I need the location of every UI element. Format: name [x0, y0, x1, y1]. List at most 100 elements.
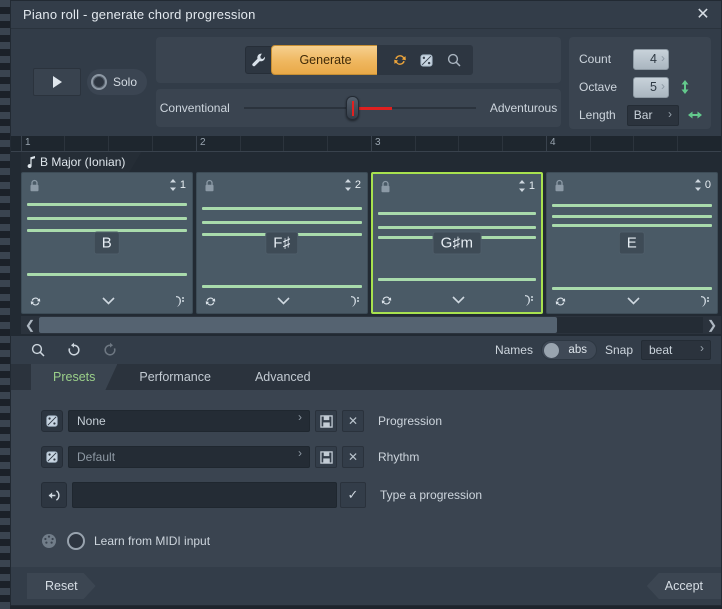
generate-row: Generate — [156, 37, 561, 83]
bass-clef-icon[interactable] — [349, 294, 360, 308]
horizontal-arrows-icon[interactable] — [687, 106, 703, 124]
snap-label: Snap — [604, 343, 633, 357]
chord-name[interactable]: F♯ — [265, 231, 299, 255]
save-icon[interactable] — [315, 410, 337, 432]
refresh-icon[interactable] — [391, 51, 409, 69]
chevron-down-icon[interactable] — [626, 297, 640, 305]
transport-group: Solo — [21, 37, 156, 127]
complexity-slider[interactable] — [243, 96, 476, 120]
type-progression-input[interactable] — [72, 482, 337, 508]
chord-name[interactable]: B — [93, 231, 121, 255]
refresh-icon[interactable] — [29, 295, 42, 308]
chevron-left-icon[interactable]: ❮ — [21, 316, 39, 334]
close-icon[interactable]: ✕ — [691, 3, 715, 27]
midi-port-icon — [41, 533, 57, 549]
rhythm-label: Rhythm — [378, 450, 420, 464]
tab-advanced[interactable]: Advanced — [233, 364, 333, 390]
parameters-panel: Count 4 Octave 5 Length Bar — [569, 37, 711, 129]
octave-row: Octave 5 — [579, 73, 703, 101]
octave-value[interactable]: 5 — [633, 76, 669, 98]
progression-preset-select[interactable]: None — [68, 410, 310, 432]
dialog-titlebar: Piano roll - generate chord progression … — [11, 1, 721, 29]
length-value[interactable]: Bar — [626, 104, 679, 126]
dice-icon[interactable] — [418, 51, 436, 69]
chevron-down-icon[interactable] — [276, 297, 290, 305]
bass-clef-icon[interactable] — [699, 294, 710, 308]
vertical-arrows-icon[interactable] — [677, 78, 693, 96]
dice-icon[interactable] — [41, 446, 63, 468]
chevron-down-icon[interactable] — [451, 296, 465, 304]
bar-number: 4 — [550, 137, 556, 148]
chord-card-footer — [373, 292, 541, 308]
close-icon[interactable]: ✕ — [342, 410, 364, 432]
midi-learn-label: Learn from MIDI input — [94, 534, 211, 548]
names-toggle[interactable]: abs — [540, 340, 597, 360]
chevron-down-icon[interactable] — [101, 297, 115, 305]
chord-card-footer — [547, 293, 717, 309]
horizontal-scrollbar[interactable]: ❮ ❯ — [21, 316, 721, 334]
count-row: Count 4 — [579, 45, 703, 73]
refresh-icon[interactable] — [204, 295, 217, 308]
enter-arrow-icon[interactable] — [41, 482, 67, 508]
chord-card[interactable]: 0 E — [546, 172, 718, 314]
magnifier-icon[interactable] — [445, 51, 463, 69]
reset-button[interactable]: Reset — [27, 573, 96, 599]
names-value: abs — [568, 344, 587, 356]
scrollbar-track[interactable] — [39, 317, 703, 333]
bar-number: 3 — [375, 137, 381, 148]
key-signature-label: B Major (Ionian) — [40, 155, 126, 169]
progression-label: Progression — [378, 414, 443, 428]
chord-name[interactable]: G♯m — [432, 231, 482, 255]
generate-tools — [376, 45, 473, 75]
refresh-icon[interactable] — [554, 295, 567, 308]
snap-select[interactable]: beat — [641, 340, 711, 360]
backdrop-left-rail — [0, 0, 10, 609]
play-button[interactable] — [33, 68, 81, 96]
chord-editor-area: 1 2 3 4 B Major (Ionian) 1 B 2 F♯ 1 G♯m … — [11, 136, 721, 336]
dialog-title: Piano roll - generate chord progression — [23, 7, 256, 22]
radio-knob-icon — [91, 74, 107, 90]
solo-toggle[interactable]: Solo — [87, 69, 148, 95]
bass-clef-icon[interactable] — [174, 294, 185, 308]
editor-toolbar: Names abs Snap beat — [11, 336, 721, 364]
scrollbar-thumb[interactable] — [39, 317, 557, 333]
redo-icon[interactable] — [101, 341, 119, 359]
chord-card-footer — [22, 293, 192, 309]
slider-thumb[interactable] — [345, 96, 359, 120]
presets-panel: None ✕ Progression Default — [11, 390, 721, 567]
refresh-icon[interactable] — [380, 294, 393, 307]
generate-button[interactable]: Generate — [270, 45, 381, 75]
chevron-right-icon[interactable]: ❯ — [703, 316, 721, 334]
chord-name[interactable]: E — [618, 231, 646, 255]
magnifier-icon[interactable] — [29, 341, 47, 359]
slider-right-label: Adventurous — [489, 101, 558, 115]
tab-bar: Presets Performance Advanced — [11, 364, 721, 390]
bar-number: 1 — [25, 137, 31, 148]
chord-card[interactable]: 2 F♯ — [196, 172, 368, 314]
undo-icon[interactable] — [65, 341, 83, 359]
midi-learn-toggle[interactable] — [67, 532, 85, 550]
close-icon[interactable]: ✕ — [342, 446, 364, 468]
midi-learn-row: Learn from MIDI input — [41, 530, 721, 552]
type-progression-label: Type a progression — [380, 488, 483, 502]
count-value[interactable]: 4 — [633, 48, 669, 70]
bass-clef-icon[interactable] — [523, 293, 534, 307]
chord-card-selected[interactable]: 1 G♯m — [371, 172, 543, 314]
check-icon[interactable]: ✓ — [340, 482, 366, 508]
chord-card[interactable]: 1 B — [21, 172, 193, 314]
wrench-icon[interactable] — [244, 46, 273, 74]
chord-card-footer — [197, 293, 367, 309]
accept-button[interactable]: Accept — [646, 573, 721, 599]
music-note-icon — [27, 156, 36, 168]
tab-performance[interactable]: Performance — [117, 364, 233, 390]
save-icon[interactable] — [315, 446, 337, 468]
bar-ruler[interactable]: 1 2 3 4 — [11, 136, 721, 152]
rhythm-preset-select[interactable]: Default — [68, 446, 310, 468]
slider-left-label: Conventional — [159, 101, 230, 115]
tab-presets[interactable]: Presets — [31, 364, 117, 390]
names-label: Names — [494, 343, 533, 357]
dice-icon[interactable] — [41, 410, 63, 432]
key-signature-tab[interactable]: B Major (Ionian) — [21, 152, 141, 172]
toolbar-left-group — [29, 341, 119, 359]
bar-number: 2 — [200, 137, 206, 148]
